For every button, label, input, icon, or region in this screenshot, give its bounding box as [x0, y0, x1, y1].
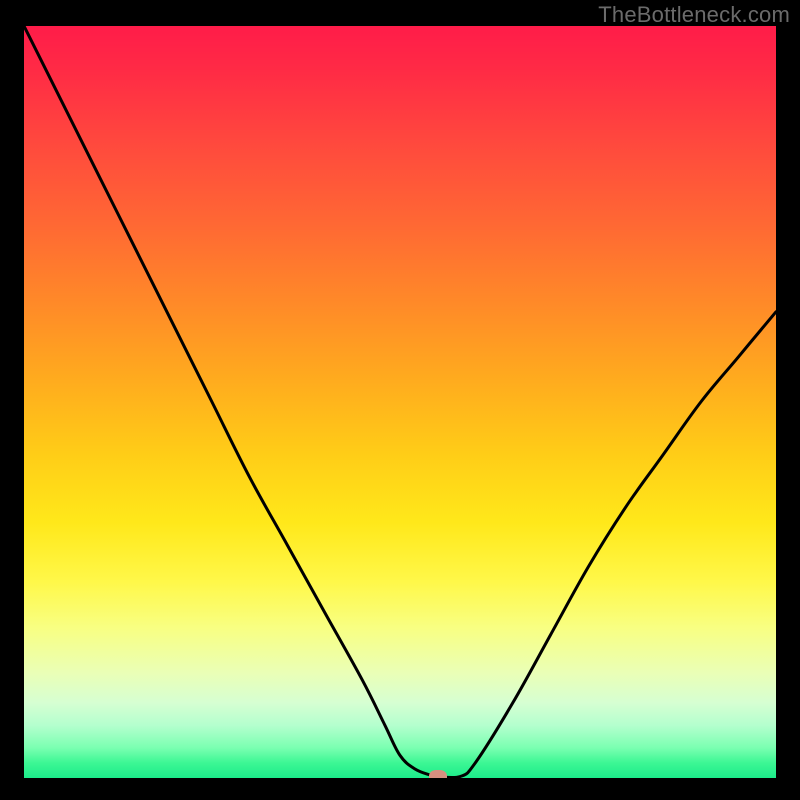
plot-area — [24, 26, 776, 778]
optimal-marker — [429, 770, 447, 778]
attribution-label: TheBottleneck.com — [598, 2, 790, 28]
bottleneck-curve — [24, 26, 776, 778]
chart-frame: TheBottleneck.com — [0, 0, 800, 800]
